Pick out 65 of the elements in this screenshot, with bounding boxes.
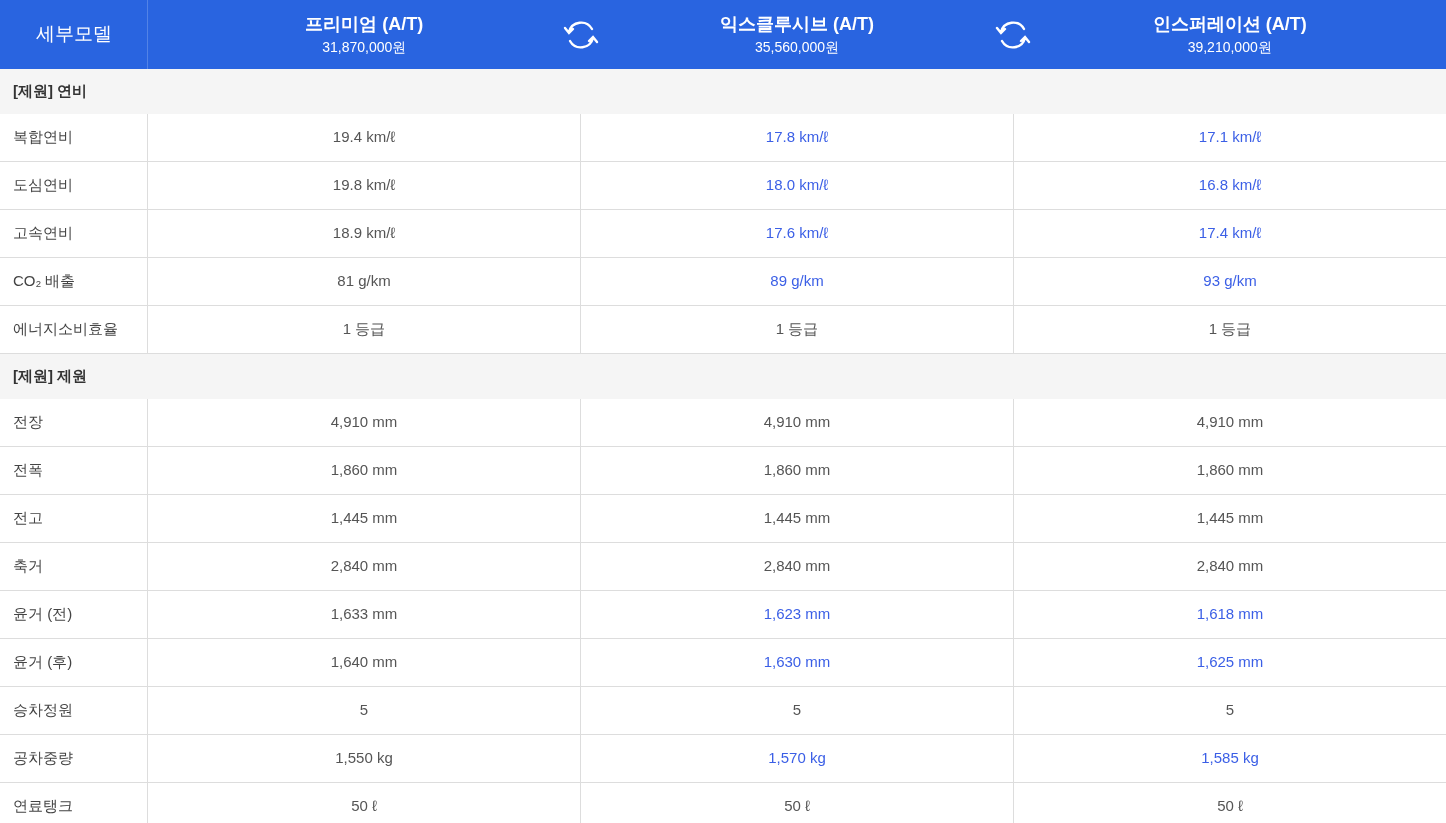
spec-value: 2,840 mm (581, 543, 1014, 590)
spec-value: 17.4 km/ℓ (1197, 223, 1263, 244)
spec-label: CO₂ 배출 (0, 258, 148, 305)
spec-value: 4,910 mm (581, 399, 1014, 446)
spec-label: 전폭 (0, 447, 148, 494)
section-header: [제원] 연비 (0, 69, 1446, 114)
spec-value: 1 등급 (148, 306, 581, 353)
spec-value: 1,445 mm (581, 495, 1014, 542)
spec-value: 50 ℓ (1216, 796, 1244, 817)
spec-value: 1,860 mm (1195, 460, 1265, 481)
spec-value: 1,623 mm (581, 591, 1014, 638)
spec-value: 1,618 mm (1195, 604, 1265, 625)
spec-label: 공차중량 (0, 735, 148, 782)
spec-label: 도심연비 (0, 162, 148, 209)
spec-label: 축거 (0, 543, 148, 590)
model-name: 인스퍼레이션 (A/T) (1152, 13, 1307, 36)
spec-value: 1,630 mm (581, 639, 1014, 686)
model-price: 39,210,000원 (1187, 38, 1272, 56)
spec-label: 복합연비 (0, 114, 148, 161)
spec-label: 승차정원 (0, 687, 148, 734)
spec-label: 고속연비 (0, 210, 148, 257)
spec-value: 4,910 mm (1195, 412, 1265, 433)
spec-label: 연료탱크 (0, 783, 148, 823)
model-price: 31,870,000원 (322, 38, 407, 56)
spec-label: 에너지소비효율 (0, 306, 148, 353)
spec-value: 1 등급 (581, 306, 1014, 353)
spec-value: 1,445 mm (1195, 508, 1265, 529)
spec-value: 81 g/km (148, 258, 581, 305)
spec-value: 19.4 km/ℓ (148, 114, 581, 161)
spec-value: 50 ℓ (148, 783, 581, 823)
spec-value: 1,860 mm (148, 447, 581, 494)
spec-value: 1,640 mm (148, 639, 581, 686)
spec-label: 윤거 (후) (0, 639, 148, 686)
spec-value: 50 ℓ (581, 783, 1014, 823)
model-name: 프리미엄 (A/T) (305, 13, 424, 36)
model-price: 35,560,000원 (754, 38, 840, 56)
spec-value: 1,585 kg (1200, 748, 1260, 769)
spec-value: 1,633 mm (148, 591, 581, 638)
spec-value: 17.6 km/ℓ (581, 210, 1014, 257)
spec-value: 18.9 km/ℓ (148, 210, 581, 257)
spec-value: 4,910 mm (148, 399, 581, 446)
spec-value: 2,840 mm (148, 543, 581, 590)
spec-value: 18.0 km/ℓ (581, 162, 1014, 209)
spec-value: 2,840 mm (1195, 556, 1265, 577)
spec-value: 1,445 mm (148, 495, 581, 542)
spec-value: 17.8 km/ℓ (581, 114, 1014, 161)
spec-value: 1,860 mm (581, 447, 1014, 494)
spec-value: 89 g/km (581, 258, 1014, 305)
header-label: 세부모델 (35, 22, 112, 47)
spec-value: 1,625 mm (1195, 652, 1265, 673)
spec-value: 5 (148, 687, 581, 734)
spec-label: 윤거 (전) (0, 591, 148, 638)
spec-label: 전장 (0, 399, 148, 446)
spec-value: 1,550 kg (148, 735, 581, 782)
spec-label: 전고 (0, 495, 148, 542)
section-header: [제원] 제원 (0, 354, 1446, 399)
spec-value: 5 (581, 687, 1014, 734)
spec-value: 1 등급 (1207, 319, 1253, 340)
spec-value: 16.8 km/ℓ (1197, 175, 1263, 196)
spec-value: 17.1 km/ℓ (1197, 127, 1263, 148)
spec-value: 93 g/km (1202, 271, 1258, 292)
spec-value: 5 (1224, 700, 1236, 721)
spec-value: 1,570 kg (581, 735, 1014, 782)
model-name: 익스클루시브 (A/T) (720, 13, 874, 36)
spec-value: 19.8 km/ℓ (148, 162, 581, 209)
